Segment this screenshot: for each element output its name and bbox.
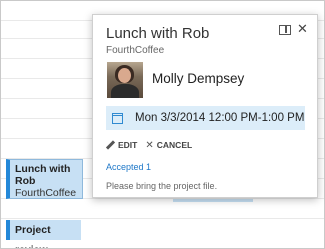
popup-window-controls: ✕ (279, 22, 309, 35)
close-icon[interactable]: ✕ (297, 22, 309, 35)
attendee-name[interactable]: Molly Dempsey (152, 71, 244, 86)
edit-button[interactable]: EDIT (106, 140, 137, 150)
edit-label: EDIT (118, 140, 138, 150)
event-note: Please bring the project file. (106, 181, 218, 191)
pencil-icon (106, 141, 115, 150)
event-details-popup: Lunch with Rob FourthCoffee ✕ Molly Demp… (92, 14, 318, 198)
cancel-button[interactable]: ✕ CANCEL (145, 140, 192, 150)
datetime-text: Mon 3/3/2014 12:00 PM-1:00 PM (135, 112, 305, 124)
event-lunch-with-rob[interactable]: Lunch with Rob FourthCoffee (6, 159, 83, 199)
event-project-review[interactable]: Project review (6, 220, 81, 248)
event-actions: EDIT ✕ CANCEL (106, 140, 192, 150)
cancel-label: CANCEL (156, 140, 193, 150)
popup-organization: FourthCoffee (106, 45, 165, 56)
event-title: Lunch with Rob (15, 163, 71, 187)
event-datetime: Mon 3/3/2014 12:00 PM-1:00 PM (106, 106, 305, 130)
avatar (107, 62, 143, 98)
x-icon: ✕ (145, 139, 154, 151)
event-sliver (173, 199, 253, 202)
event-title: Project review (15, 224, 51, 248)
calendar-icon (112, 112, 123, 124)
grid-line (1, 218, 324, 219)
event-location: FourthCoffee (15, 187, 77, 199)
popup-title: Lunch with Rob (106, 25, 210, 42)
expand-icon[interactable] (279, 24, 291, 35)
accepted-link[interactable]: Accepted 1 (106, 162, 151, 172)
